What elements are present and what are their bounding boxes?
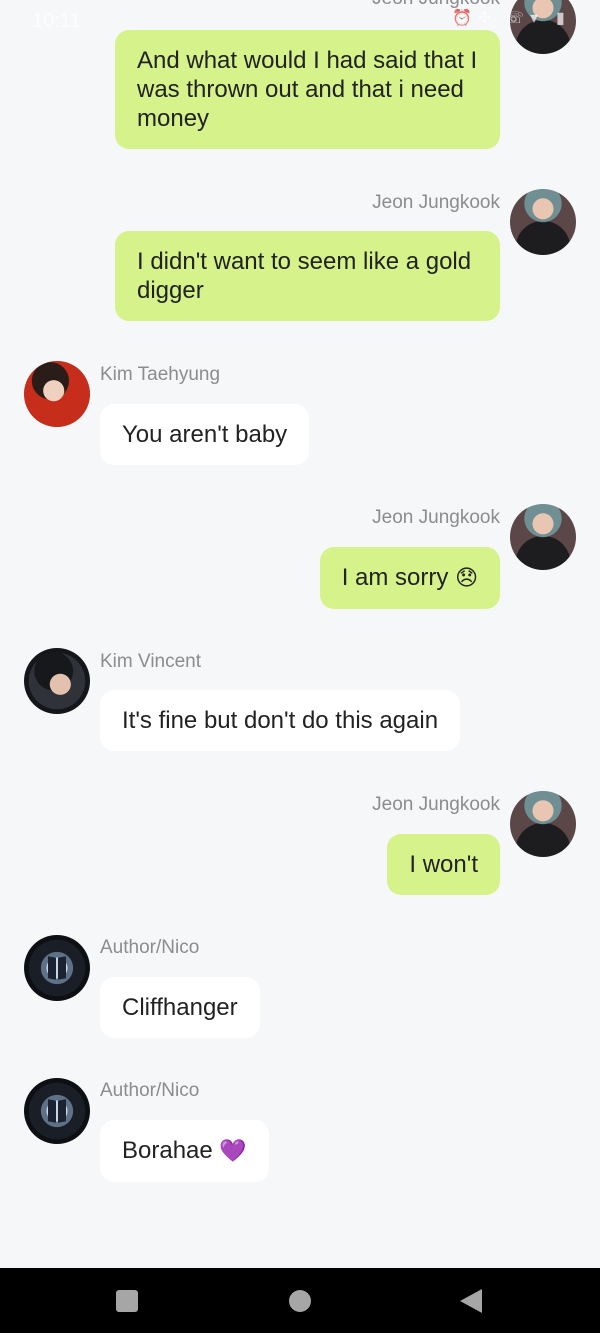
vibrate-icon: ✣	[478, 10, 492, 27]
disappointed-face-icon: 😞	[455, 566, 478, 591]
purple-heart-icon: 💜	[219, 1139, 247, 1164]
message-bubble[interactable]: I am sorry 😞	[319, 547, 500, 609]
message-text: Borahae	[122, 1137, 213, 1164]
avatar-kim-vincent[interactable]	[24, 648, 90, 714]
message-bubble[interactable]: Cliffhanger	[100, 977, 260, 1038]
recents-button[interactable]	[116, 1290, 138, 1312]
status-bar: 10:11 ⏰ ✣ ☏ ▾ ▮	[0, 0, 600, 44]
wifi-icon: ▾	[530, 10, 539, 27]
alarm-icon: ⏰	[452, 10, 472, 27]
navigation-bar	[0, 1268, 600, 1333]
message-bubble[interactable]: Borahae 💜	[100, 1120, 269, 1182]
status-icons: ⏰ ✣ ☏ ▾ ▮	[452, 10, 570, 28]
chat-thread[interactable]: Jeon Jungkook And what would I had said …	[0, 0, 600, 1268]
avatar-author-nico[interactable]	[24, 1078, 90, 1144]
sender-name: Author/Nico	[100, 1080, 200, 1101]
sender-name: Kim Vincent	[100, 651, 202, 672]
back-button[interactable]	[460, 1289, 482, 1313]
sender-name: Jeon Jungkook	[372, 507, 500, 528]
sender-name: Kim Taehyung	[100, 364, 221, 385]
avatar-jeon-jungkook[interactable]	[510, 504, 576, 570]
message-bubble[interactable]: It's fine but don't do this again	[100, 690, 461, 751]
avatar-kim-taehyung[interactable]	[24, 361, 90, 427]
sender-name: Jeon Jungkook	[372, 794, 500, 815]
message-bubble[interactable]: And what would I had said that I was thr…	[115, 30, 500, 149]
message-bubble[interactable]: You aren't baby	[100, 404, 310, 465]
sender-name: Jeon Jungkook	[372, 192, 500, 213]
avatar-jeon-jungkook[interactable]	[510, 189, 576, 255]
home-button[interactable]	[289, 1290, 311, 1312]
avatar-jeon-jungkook[interactable]	[510, 791, 576, 857]
sender-name: Author/Nico	[100, 937, 200, 958]
battery-icon: ▮	[556, 10, 565, 27]
status-time: 10:11	[32, 10, 81, 32]
message-bubble[interactable]: I won't	[387, 834, 500, 895]
avatar-author-nico[interactable]	[24, 935, 90, 1001]
call-icon: ☏	[504, 10, 525, 27]
message-bubble[interactable]: I didn't want to seem like a gold digger	[115, 231, 500, 321]
message-text: I am sorry	[341, 564, 449, 591]
